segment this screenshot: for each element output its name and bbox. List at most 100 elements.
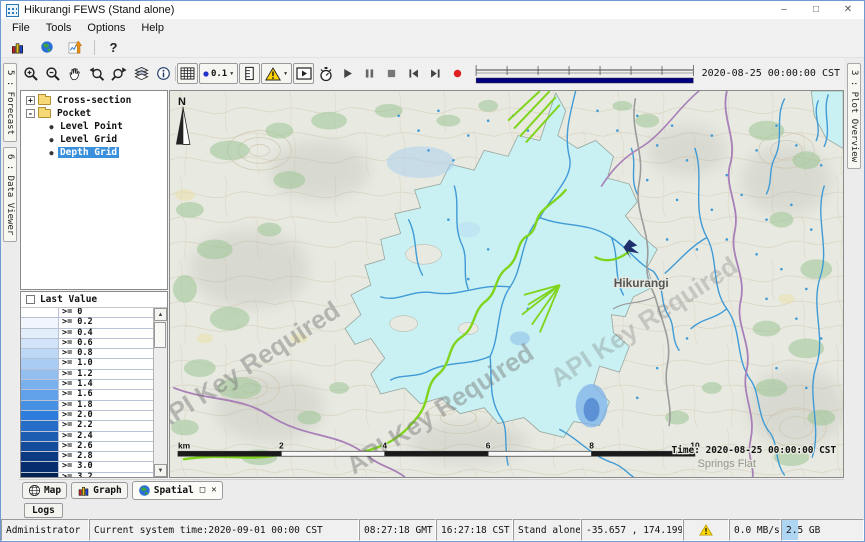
status-system-time: Current system time:2020-09-01 00:00 CST bbox=[89, 519, 359, 541]
help-button[interactable]: ? bbox=[103, 37, 124, 58]
center-column: 0.1▼ ▼ bbox=[19, 58, 844, 519]
legend-row[interactable]: >= 3.2 bbox=[21, 473, 153, 477]
scalebar-tick: 8 bbox=[589, 440, 594, 450]
info-icon[interactable] bbox=[153, 63, 174, 84]
tree-item[interactable]: - Pocket bbox=[23, 107, 167, 120]
legend-label: >= 0.2 bbox=[59, 318, 93, 327]
legend-header: Last Value bbox=[21, 292, 167, 308]
panel-maximize-icon[interactable]: □ bbox=[200, 485, 205, 495]
spatial-display-icon[interactable] bbox=[36, 37, 57, 58]
pan-icon[interactable] bbox=[65, 63, 86, 84]
zoom-next-icon[interactable] bbox=[109, 63, 130, 84]
right-tabstrip: 3 : Plot Overview bbox=[844, 58, 864, 519]
tab-data-viewer[interactable]: 6 : Data Viewer bbox=[3, 147, 17, 242]
legend-label: >= 2.2 bbox=[59, 421, 93, 430]
play-icon[interactable] bbox=[337, 63, 358, 84]
scroll-up-icon[interactable]: ▲ bbox=[154, 308, 167, 321]
legend-swatch bbox=[21, 349, 59, 358]
legend-label: >= 0.6 bbox=[59, 339, 93, 348]
tree-item-label: Level Point bbox=[58, 121, 125, 132]
scroll-down-icon[interactable]: ▼ bbox=[154, 464, 167, 477]
logs-button[interactable]: Logs bbox=[24, 503, 63, 518]
window-controls: – □ ✕ bbox=[768, 1, 864, 19]
scalebar-tick: 2 bbox=[279, 440, 284, 450]
zoom-out-icon[interactable] bbox=[43, 63, 64, 84]
legend-swatch bbox=[21, 339, 59, 348]
chevron-down-icon: ▼ bbox=[229, 71, 234, 77]
menu-item[interactable]: Tools bbox=[38, 21, 80, 35]
tree-expander-icon[interactable]: + bbox=[26, 96, 35, 105]
status-warning[interactable] bbox=[683, 519, 729, 541]
tab-map[interactable]: Map bbox=[22, 482, 67, 499]
tree-item[interactable]: ● Depth Grid bbox=[47, 146, 167, 159]
tab-graph[interactable]: Graph bbox=[71, 482, 128, 499]
legend-scrollbar[interactable]: ▲ ▼ bbox=[153, 308, 167, 477]
node-bullet-icon: ● bbox=[47, 123, 56, 131]
explorer-tree[interactable]: + Cross-section - Pocket bbox=[20, 90, 168, 290]
bottom-tab-bar: Map Graph Spatial □ ✕ bbox=[19, 479, 844, 500]
tab-map-label: Map bbox=[44, 485, 61, 496]
scalebar-unit: km bbox=[178, 440, 190, 450]
scrollbar-thumb[interactable] bbox=[154, 322, 166, 348]
zoom-in-icon[interactable] bbox=[21, 63, 42, 84]
statusbar: Administrator Current system time:2020-0… bbox=[1, 519, 864, 541]
status-memory: 2.5 GB bbox=[781, 519, 864, 541]
timeseries-display-icon[interactable] bbox=[65, 37, 86, 58]
legend-label: >= 3.2 bbox=[59, 473, 93, 477]
scalebar-icon[interactable] bbox=[239, 63, 260, 84]
thresholds-warning-icon[interactable]: ▼ bbox=[261, 63, 292, 84]
time-slider[interactable] bbox=[474, 62, 695, 86]
menu-item[interactable]: Options bbox=[79, 21, 133, 35]
legend-swatch bbox=[21, 308, 59, 317]
record-icon[interactable] bbox=[447, 63, 468, 84]
menu-item[interactable]: Help bbox=[133, 21, 172, 35]
app-logo-icon bbox=[6, 4, 19, 17]
menu-item[interactable]: File bbox=[4, 21, 38, 35]
legend-label: >= 1.0 bbox=[59, 359, 93, 368]
legend-swatch bbox=[21, 318, 59, 327]
movie-icon[interactable] bbox=[293, 63, 314, 84]
status-gmt-time: 08:27:18 GMT bbox=[359, 519, 436, 541]
legend-label: >= 1.2 bbox=[59, 370, 93, 379]
main-toolbar: ? bbox=[1, 37, 864, 58]
legend-swatch bbox=[21, 401, 59, 410]
pause-icon[interactable] bbox=[359, 63, 380, 84]
legend-label: >= 0.8 bbox=[59, 349, 93, 358]
tab-spatial[interactable]: Spatial □ ✕ bbox=[132, 481, 223, 500]
maximize-button[interactable]: □ bbox=[800, 1, 832, 19]
tab-forecast[interactable]: 5 : Forecast bbox=[3, 63, 17, 142]
grid-display-icon[interactable] bbox=[7, 37, 28, 58]
step-back-icon[interactable] bbox=[403, 63, 424, 84]
last-value-checkbox[interactable] bbox=[26, 295, 35, 304]
legend-label: >= 2.8 bbox=[59, 452, 93, 461]
grid-icon[interactable] bbox=[177, 63, 198, 84]
tab-plot-overview[interactable]: 3 : Plot Overview bbox=[847, 63, 861, 169]
legend-list[interactable]: >= 0 >= 0.2 bbox=[21, 308, 153, 477]
step-forward-icon[interactable] bbox=[425, 63, 446, 84]
logs-bar: Logs bbox=[19, 500, 844, 521]
tree-expander-icon[interactable]: - bbox=[26, 109, 35, 118]
status-local-time: 16:27:18 CST bbox=[436, 519, 513, 541]
close-button[interactable]: ✕ bbox=[832, 1, 864, 19]
interval-value: 0.1 bbox=[211, 69, 227, 79]
legend-swatch bbox=[21, 462, 59, 471]
north-label: N bbox=[178, 96, 186, 108]
animation-timer-icon[interactable] bbox=[315, 63, 336, 84]
legend-label: >= 2.0 bbox=[59, 411, 93, 420]
toolbar-separator bbox=[94, 40, 95, 55]
layers-icon[interactable] bbox=[131, 63, 152, 84]
node-bullet-icon: ● bbox=[47, 136, 56, 144]
map-canvas[interactable]: API Key Required API Key Required API Ke… bbox=[169, 90, 844, 478]
current-datetime: 2020-08-25 00:00:00 CST bbox=[702, 68, 842, 79]
interval-dropdown[interactable]: 0.1▼ bbox=[199, 63, 238, 84]
minimize-button[interactable]: – bbox=[768, 1, 800, 19]
zoom-previous-icon[interactable] bbox=[87, 63, 108, 84]
tree-item[interactable]: ● Level Grid bbox=[47, 133, 167, 146]
map-toolbar: 0.1▼ ▼ bbox=[19, 58, 844, 89]
status-coordinates: -35.657 , 174.199 bbox=[581, 519, 683, 541]
stop-icon[interactable] bbox=[381, 63, 402, 84]
tree-item[interactable]: ● Level Point bbox=[47, 120, 167, 133]
tree-item[interactable]: + Cross-section bbox=[23, 94, 167, 107]
legend-swatch bbox=[21, 473, 59, 477]
panel-close-icon[interactable]: ✕ bbox=[211, 485, 216, 495]
